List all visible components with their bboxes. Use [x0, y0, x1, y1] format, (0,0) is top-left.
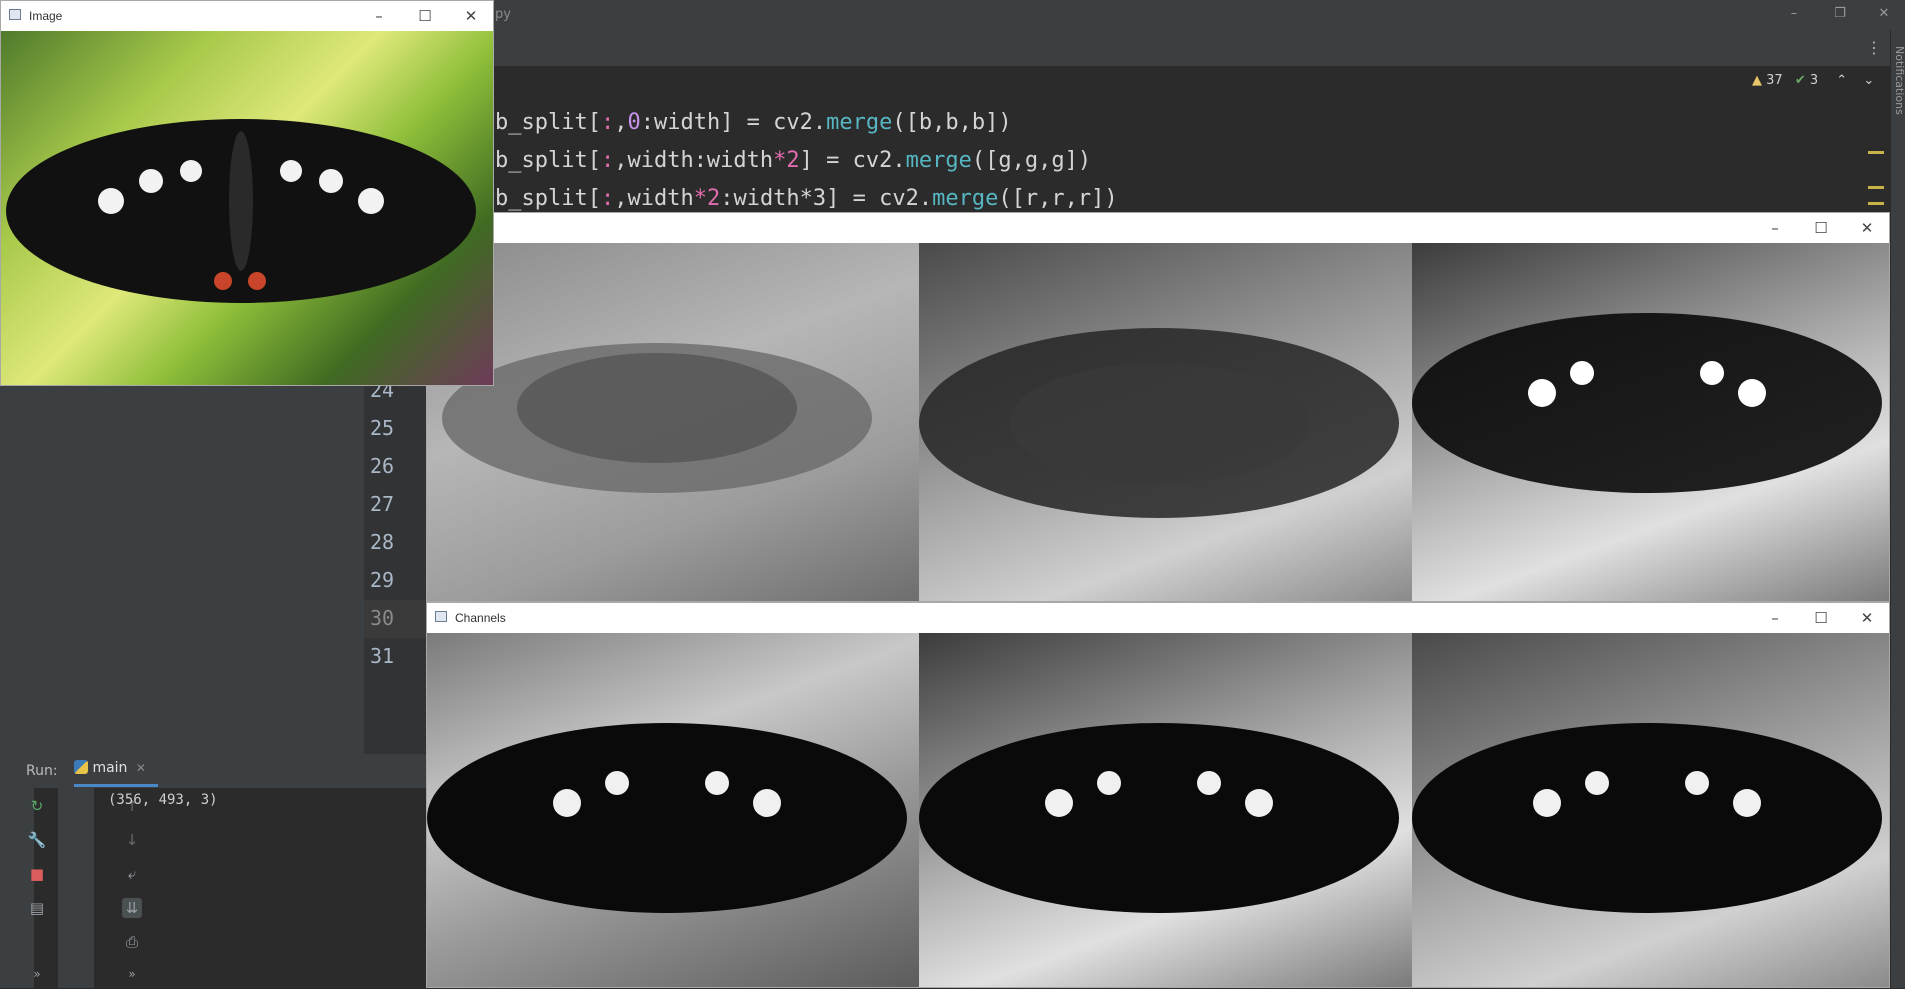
line-number: 26: [370, 454, 395, 478]
channel-image-value: [1412, 243, 1889, 601]
line-number: 29: [370, 568, 395, 592]
merge-window-titlebar[interactable]: – ☐ ✕: [427, 213, 1889, 243]
warning-count: 37: [1766, 73, 1783, 88]
run-tab-label: main: [92, 760, 128, 776]
console-output: (356, 493, 3): [108, 792, 218, 808]
expand-icon[interactable]: »: [27, 964, 47, 984]
close-tab-icon[interactable]: ✕: [136, 761, 146, 775]
butterfly-silhouette: [1412, 313, 1882, 493]
line-number: 28: [370, 530, 395, 554]
minimize-icon[interactable]: –: [369, 6, 389, 26]
chevron-up-icon[interactable]: ⌃: [1836, 73, 1847, 88]
window-icon: [435, 611, 447, 622]
channels-window[interactable]: Channels – ☐ ✕: [426, 602, 1890, 988]
window-icon: [9, 9, 21, 20]
layout-icon[interactable]: ▤: [27, 898, 47, 918]
soft-wrap-icon[interactable]: ⤶: [122, 864, 142, 884]
image-window[interactable]: Image – ☐ ✕: [0, 0, 494, 386]
check-icon: ✔: [1794, 73, 1806, 88]
weak-warning-count: 3: [1809, 73, 1819, 88]
line-number: 25: [370, 416, 395, 440]
arrow-down-icon[interactable]: ↓: [122, 830, 142, 850]
stop-icon[interactable]: ■: [27, 864, 47, 884]
python-icon: [74, 760, 88, 774]
channel-image-blue: [427, 633, 919, 987]
run-tab-main[interactable]: main ✕: [74, 760, 146, 784]
channels-window-title: Channels: [455, 611, 506, 625]
minimize-icon[interactable]: –: [1765, 608, 1785, 628]
expand-icon[interactable]: »: [122, 964, 142, 984]
error-stripe-mark[interactable]: [1868, 186, 1884, 189]
run-tab-underline: [74, 784, 158, 787]
warning-icon: ▲: [1752, 73, 1762, 88]
run-label: Run:: [26, 763, 58, 779]
image-window-titlebar[interactable]: Image – ☐ ✕: [1, 1, 493, 31]
maximize-icon[interactable]: ☐: [1811, 608, 1831, 628]
channels-window-titlebar[interactable]: Channels – ☐ ✕: [427, 603, 1889, 633]
channel-image-red: [1412, 633, 1889, 987]
maximize-icon[interactable]: ☐: [415, 6, 435, 26]
channel-image-green: [919, 633, 1412, 987]
run-toolbar-left: ↻ 🔧 ■ ▤ »: [0, 788, 46, 988]
chevron-down-icon[interactable]: ⌄: [1863, 73, 1874, 88]
run-header: [0, 754, 426, 788]
butterfly-silhouette: [427, 723, 907, 913]
error-stripe-mark[interactable]: [1868, 202, 1884, 205]
channel-image-saturation: [919, 243, 1412, 601]
butterfly-silhouette: [1412, 723, 1882, 913]
ide-close-button[interactable]: ✕: [1876, 6, 1892, 22]
print-icon[interactable]: ⎙: [122, 932, 142, 952]
project-panel: [0, 380, 364, 754]
code-line[interactable]: b_split[:,width:width*2] = cv2.merge([g,…: [495, 148, 1091, 173]
more-options-icon[interactable]: ⋮: [1866, 38, 1882, 57]
merge-window[interactable]: – ☐ ✕: [426, 212, 1890, 602]
ide-minimize-button[interactable]: –: [1786, 6, 1802, 22]
notifications-strip: [1890, 30, 1905, 988]
butterfly-color-image: [1, 31, 493, 385]
close-icon[interactable]: ✕: [461, 6, 481, 26]
code-line[interactable]: b_split[:,0:width] = cv2.merge([b,b,b]): [495, 110, 1012, 135]
notifications-label[interactable]: Notifications: [1893, 46, 1905, 115]
ide-restore-button[interactable]: ❐: [1832, 6, 1848, 22]
line-number: 30: [370, 606, 395, 630]
line-number: 31: [370, 644, 395, 668]
butterfly-silhouette: [6, 119, 476, 303]
code-line[interactable]: b_split[:,width*2:width*3] = cv2.merge([…: [495, 186, 1118, 211]
line-number: 27: [370, 492, 395, 516]
butterfly-silhouette: [442, 343, 872, 493]
channel-image-hue: [427, 243, 919, 601]
maximize-icon[interactable]: ☐: [1811, 218, 1831, 238]
butterfly-silhouette: [919, 723, 1399, 913]
close-icon[interactable]: ✕: [1857, 608, 1877, 628]
error-stripe-mark[interactable]: [1868, 151, 1884, 154]
rerun-icon[interactable]: ↻: [27, 796, 47, 816]
inspection-widget[interactable]: ▲ 37 ✔ 3 ⌃ ⌄: [1752, 73, 1874, 88]
minimize-icon[interactable]: –: [1765, 218, 1785, 238]
scroll-to-end-icon[interactable]: ⇊: [122, 898, 142, 918]
run-toolbar-right: ↑ ↓ ⤶ ⇊ ⎙ »: [58, 788, 142, 988]
wrench-icon[interactable]: 🔧: [27, 830, 47, 850]
image-window-title: Image: [29, 9, 63, 23]
butterfly-silhouette: [919, 328, 1399, 518]
close-icon[interactable]: ✕: [1857, 218, 1877, 238]
ide-title-fragment: py: [495, 7, 511, 22]
